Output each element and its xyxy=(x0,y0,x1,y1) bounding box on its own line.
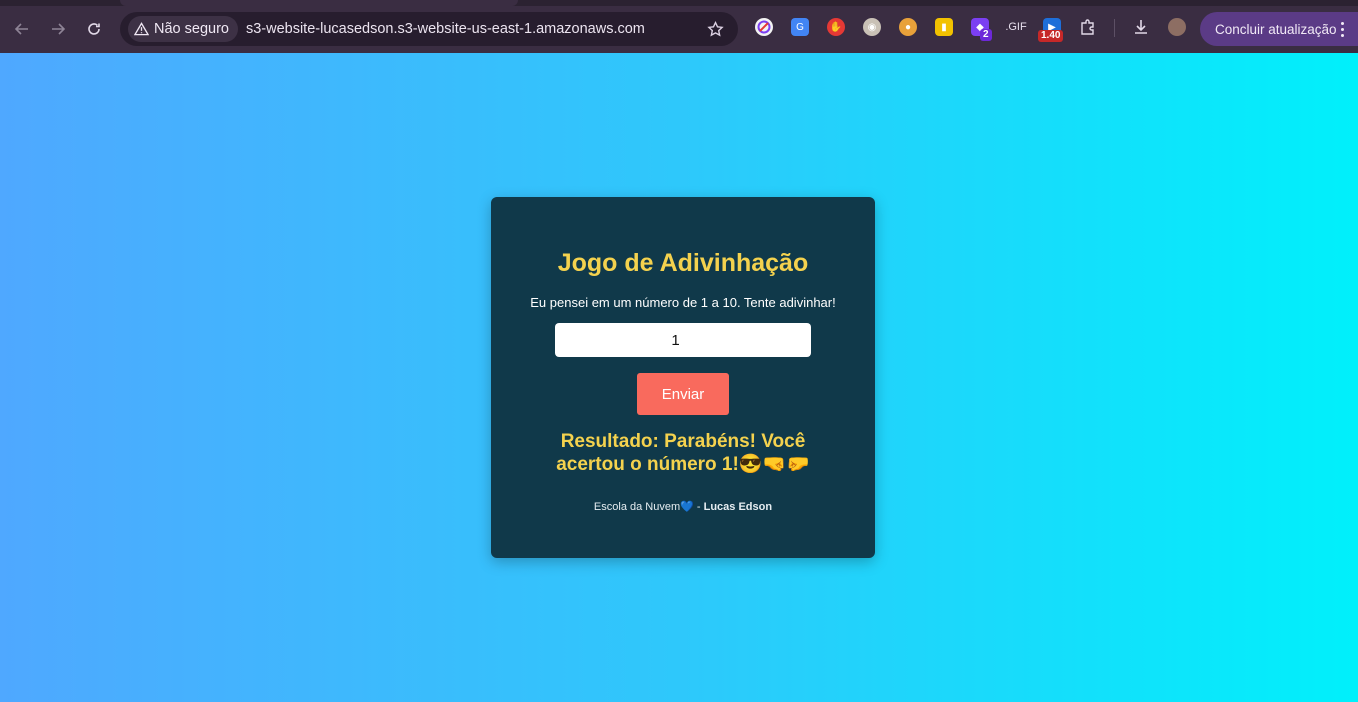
extension-gif-icon[interactable]: .GIF xyxy=(1005,18,1026,36)
browser-toolbar: Não seguro s3-website-lucasedson.s3-webs… xyxy=(0,0,1358,53)
reload-button[interactable] xyxy=(79,14,109,44)
reload-icon xyxy=(88,23,100,35)
extensions-puzzle-icon[interactable] xyxy=(1079,18,1097,36)
menu-kebab-icon[interactable] xyxy=(1341,22,1344,37)
toolbar-separator xyxy=(1114,19,1115,37)
extension-play-badge: 1.40 xyxy=(1038,30,1064,42)
address-bar[interactable]: Não seguro s3-website-lucasedson.s3-webs… xyxy=(120,12,738,46)
footer-credit: Escola da Nuvem💙 - Lucas Edson xyxy=(491,500,875,513)
warning-icon xyxy=(134,22,149,36)
forward-arrow-icon xyxy=(52,23,66,35)
security-label: Não seguro xyxy=(154,21,229,37)
update-button[interactable]: Concluir atualização xyxy=(1200,12,1358,46)
guess-input[interactable] xyxy=(555,323,811,357)
extension-yellow-icon[interactable]: ▮ xyxy=(935,18,953,36)
tab-strip xyxy=(0,0,1358,6)
footer-school: Escola da Nuvem💙 - xyxy=(593,501,704,513)
url-text[interactable]: s3-website-lucasedson.s3-website-us-east… xyxy=(246,21,645,37)
download-icon[interactable] xyxy=(1132,18,1150,36)
footer-author: Lucas Edson xyxy=(703,501,773,513)
game-card: Jogo de Adivinhação Eu pensei em um núme… xyxy=(491,197,875,558)
game-instructions: Eu pensei em um número de 1 a 10. Tente … xyxy=(530,295,836,310)
extension-blocker-icon[interactable] xyxy=(755,18,773,36)
game-title: Jogo de Adivinhação xyxy=(557,249,809,277)
update-label: Concluir atualização xyxy=(1215,21,1337,37)
back-arrow-icon xyxy=(14,23,28,35)
extension-stop-hand-icon[interactable]: ✋ xyxy=(827,18,845,36)
result-message: Resultado: Parabéns! Você acertou o núme… xyxy=(556,431,810,475)
profile-avatar[interactable] xyxy=(1168,18,1186,36)
bookmark-star-icon[interactable] xyxy=(704,18,726,40)
back-button[interactable] xyxy=(7,14,37,44)
extension-owl-icon[interactable]: ◉ xyxy=(863,18,881,36)
security-chip[interactable]: Não seguro xyxy=(128,16,238,42)
forward-button[interactable] xyxy=(43,14,73,44)
submit-button[interactable]: Enviar xyxy=(637,373,729,415)
active-tab[interactable] xyxy=(120,0,518,6)
extension-gem-badge: 2 xyxy=(980,29,992,41)
extension-cookie-icon[interactable]: ● xyxy=(899,18,917,36)
page-viewport: Jogo de Adivinhação Eu pensei em um núme… xyxy=(0,53,1358,702)
extension-translate-icon[interactable]: G xyxy=(791,18,809,36)
